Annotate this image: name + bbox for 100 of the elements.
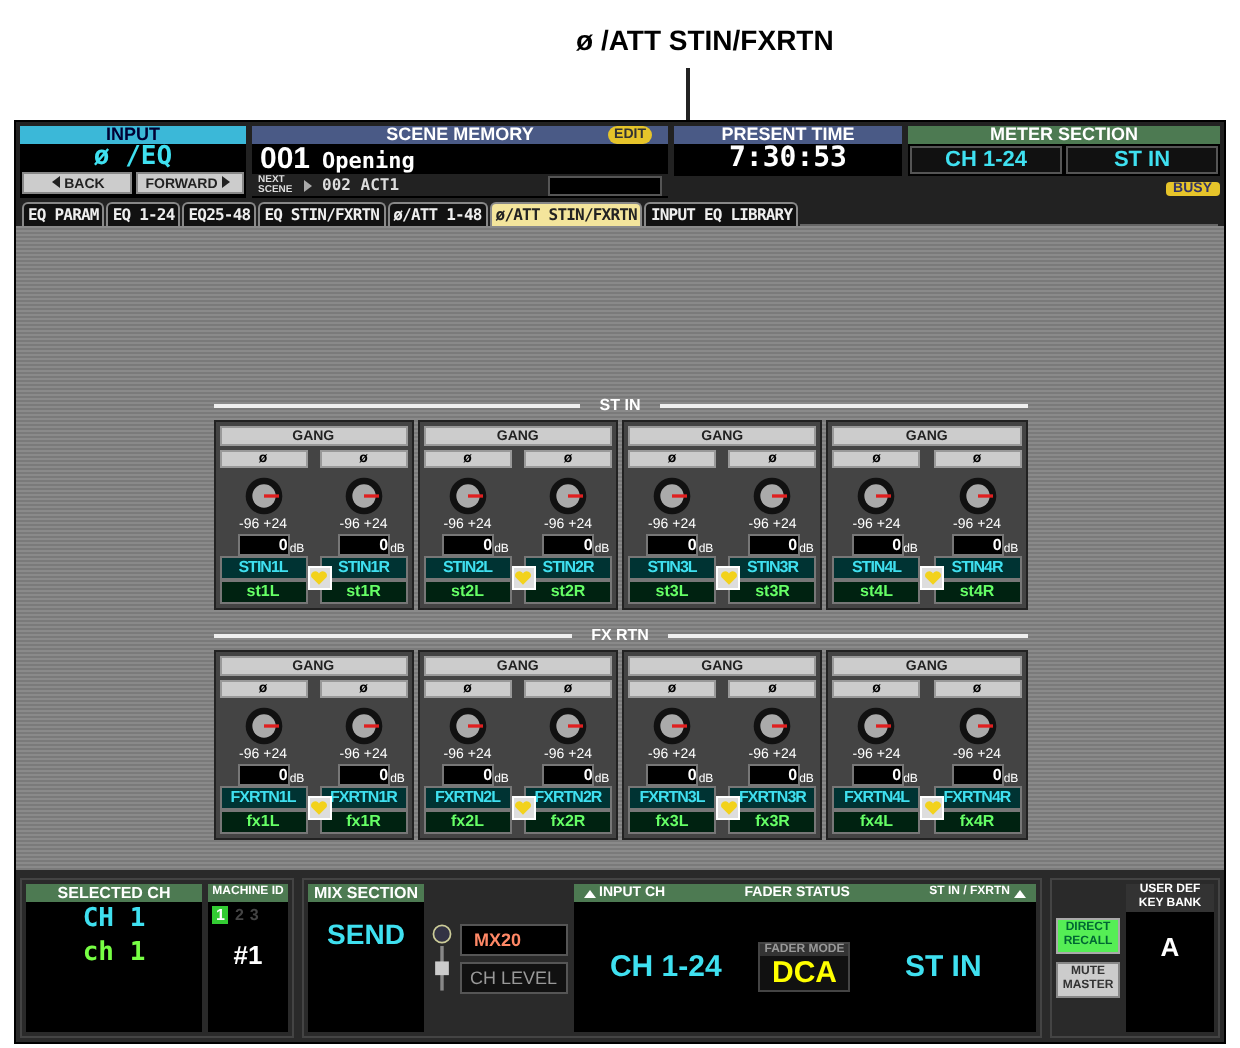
meter-button[interactable]: ST IN — [1066, 146, 1218, 174]
mix-section-title: MIX SECTION — [308, 884, 424, 902]
heart-icon — [310, 800, 328, 816]
att-value: 0 — [542, 764, 595, 786]
channel-name: FXRTN2R — [524, 786, 612, 810]
channel-short-name: st1R — [319, 580, 408, 604]
section-title: ST IN — [599, 396, 641, 414]
att-value: 0 — [747, 534, 800, 556]
attenuator-knob[interactable] — [548, 476, 588, 516]
pair-link-button[interactable] — [920, 566, 945, 590]
input-display: ø /EQ — [91, 144, 175, 172]
channel-name: STIN1L — [219, 556, 307, 580]
attenuator-knob[interactable] — [243, 476, 283, 516]
tab[interactable]: EQ PARAM — [22, 202, 105, 226]
att-value: 0 — [646, 764, 699, 786]
tab[interactable]: ø/ATT STIN/FXRTN — [489, 202, 643, 226]
channel-name: FXRTN3R — [728, 786, 817, 810]
heart-icon — [923, 800, 942, 816]
attenuator-knob[interactable] — [652, 706, 692, 746]
att-value: 0 — [442, 534, 495, 556]
channel-name: FXRTN2L — [423, 786, 512, 810]
heart-icon — [923, 570, 942, 586]
present-time: 7:30:53 — [726, 144, 849, 174]
att-value: 0 — [851, 764, 904, 786]
channel-name: STIN2R — [524, 556, 612, 580]
callout-caption: ø /ATT STIN/FXRTN — [576, 24, 834, 56]
channel-short-name: st2R — [524, 580, 612, 604]
present-time-title: PRESENT TIME — [674, 126, 902, 144]
channel-name: STIN4R — [933, 556, 1021, 580]
att-value: 0 — [542, 534, 595, 556]
heart-icon — [719, 570, 737, 586]
att-value: 0 — [338, 764, 391, 786]
machine-id-indicator: 1 — [212, 906, 229, 924]
machine-id-value: #1 — [231, 940, 265, 970]
channel-short-name: st4R — [933, 580, 1021, 604]
heart-icon — [514, 800, 533, 816]
attenuator-knob[interactable] — [957, 706, 997, 746]
input-title: INPUT — [20, 126, 246, 144]
ch-level-display: CH LEVEL — [460, 961, 568, 993]
attenuator-knob[interactable] — [447, 476, 488, 516]
up-triangle-icon — [1013, 889, 1026, 897]
channel-short-name: st4L — [832, 580, 921, 604]
channel-short-name: fx1L — [219, 810, 307, 834]
input-ch-value: CH 1-24 — [607, 950, 724, 984]
att-value: 0 — [951, 764, 1004, 786]
channel-name: STIN1R — [319, 556, 408, 580]
att-value: 0 — [442, 764, 495, 786]
attenuator-knob[interactable] — [548, 706, 588, 746]
left-triangle-icon — [52, 175, 61, 187]
channel-name: FXRTN4L — [832, 786, 921, 810]
attenuator-knob[interactable] — [957, 476, 997, 516]
att-value: 0 — [747, 764, 800, 786]
fader-knob-icon — [430, 920, 454, 996]
channel-name: STIN4L — [832, 556, 921, 580]
right-triangle-icon — [221, 175, 230, 187]
att-value: 0 — [951, 534, 1004, 556]
attenuator-knob[interactable] — [856, 476, 897, 516]
channel-short-name: fx1R — [319, 810, 408, 834]
channel-name: STIN2L — [423, 556, 512, 580]
section-title: FX RTN — [591, 626, 649, 644]
heart-icon — [310, 570, 328, 586]
tab[interactable]: EQ25-48 — [182, 202, 257, 226]
attenuator-knob[interactable] — [343, 476, 384, 516]
attenuator-knob[interactable] — [752, 706, 793, 746]
tab[interactable]: ø/ATT 1-48 — [387, 202, 488, 226]
tab[interactable]: INPUT EQ LIBRARY — [644, 202, 799, 226]
att-value: 0 — [237, 534, 290, 556]
heart-icon — [514, 570, 533, 586]
machine-id-indicator: 3 — [249, 906, 259, 924]
machine-id-indicator: 2 — [234, 906, 244, 924]
right-triangle-icon — [304, 179, 312, 191]
stin-fxrtn-value: ST IN — [902, 950, 984, 984]
mix-section-value: SEND — [325, 918, 407, 950]
next-scene: 002 ACT1 — [322, 176, 400, 194]
meter-button[interactable]: CH 1-24 — [910, 146, 1062, 174]
attenuator-knob[interactable] — [447, 706, 488, 746]
key-bank-value: A — [1158, 932, 1182, 962]
pair-link-button[interactable] — [920, 796, 945, 820]
attenuator-knob[interactable] — [856, 706, 897, 746]
channel-name: FXRTN1L — [219, 786, 307, 810]
mix-bus-display: MX20 — [460, 923, 568, 955]
channel-short-name: fx3R — [728, 810, 817, 834]
attenuator-knob[interactable] — [343, 706, 384, 746]
channel-name: FXRTN4R — [933, 786, 1021, 810]
channel-short-name: fx4R — [933, 810, 1021, 834]
channel-short-name: fx2R — [524, 810, 612, 834]
tab[interactable]: EQ 1-24 — [106, 202, 181, 226]
attenuator-knob[interactable] — [752, 476, 793, 516]
scene-number: 001 — [260, 144, 311, 174]
attenuator-knob[interactable] — [243, 706, 283, 746]
channel-name: STIN3L — [628, 556, 716, 580]
channel-short-name: st3R — [728, 580, 817, 604]
selected-channel-name: ch 1 — [80, 936, 148, 970]
channel-short-name: st3L — [628, 580, 716, 604]
fader-mode-value: DCA — [770, 956, 840, 990]
scene-name: Opening — [322, 148, 415, 174]
channel-name: STIN3R — [728, 556, 817, 580]
attenuator-knob[interactable] — [652, 476, 692, 516]
tab[interactable]: EQ STIN/FXRTN — [258, 202, 386, 226]
att-value: 0 — [851, 534, 904, 556]
